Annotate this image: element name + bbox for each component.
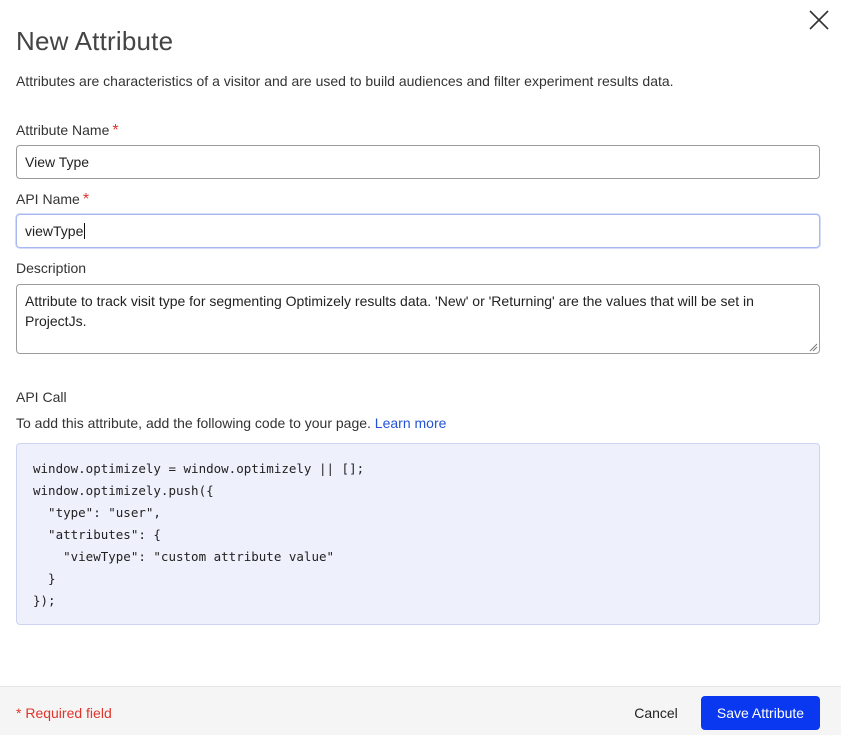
save-attribute-button[interactable]: Save Attribute bbox=[701, 696, 820, 730]
code-line: } bbox=[33, 571, 56, 586]
attribute-name-value: View Type bbox=[25, 154, 90, 170]
learn-more-link[interactable]: Learn more bbox=[375, 415, 447, 431]
api-call-label: API Call bbox=[16, 389, 67, 405]
attribute-name-input[interactable]: View Type bbox=[16, 145, 820, 179]
required-asterisk: * bbox=[112, 122, 119, 139]
api-name-value: viewType bbox=[25, 223, 84, 239]
close-button[interactable] bbox=[806, 7, 832, 33]
required-asterisk: * bbox=[82, 191, 90, 208]
description-label: Description bbox=[16, 260, 87, 276]
api-call-help: To add this attribute, add the following… bbox=[16, 415, 446, 431]
new-attribute-dialog: New Attribute Attributes are characteris… bbox=[0, 0, 841, 735]
code-line: }); bbox=[33, 593, 56, 608]
text-caret bbox=[84, 223, 86, 239]
code-snippet: window.optimizely = window.optimizely ||… bbox=[16, 443, 820, 625]
code-line: "viewType": "custom attribute value" bbox=[33, 549, 335, 564]
api-name-label: API Name * bbox=[16, 191, 89, 209]
resize-grip-icon[interactable] bbox=[808, 342, 818, 352]
code-line: "type": "user", bbox=[33, 505, 161, 520]
attribute-name-label-text: Attribute Name bbox=[16, 122, 110, 138]
code-line: window.optimizely = window.optimizely ||… bbox=[33, 461, 365, 476]
dialog-title: New Attribute bbox=[16, 26, 174, 56]
dialog-footer: * Required field Cancel Save Attribute bbox=[0, 686, 841, 735]
api-name-label-text: API Name bbox=[16, 191, 80, 207]
description-value: Attribute to track visit type for segmen… bbox=[25, 293, 754, 329]
api-name-input[interactable]: viewType bbox=[16, 214, 820, 248]
api-call-help-text: To add this attribute, add the following… bbox=[16, 415, 371, 431]
cancel-button[interactable]: Cancel bbox=[622, 696, 690, 730]
dialog-intro: Attributes are characteristics of a visi… bbox=[16, 73, 674, 89]
description-textarea[interactable]: Attribute to track visit type for segmen… bbox=[16, 284, 820, 354]
code-line: "attributes": { bbox=[33, 527, 161, 542]
attribute-name-label: Attribute Name * bbox=[16, 122, 119, 140]
code-line: window.optimizely.push({ bbox=[33, 483, 214, 498]
close-icon bbox=[809, 10, 829, 30]
required-field-note: * Required field bbox=[16, 705, 112, 721]
